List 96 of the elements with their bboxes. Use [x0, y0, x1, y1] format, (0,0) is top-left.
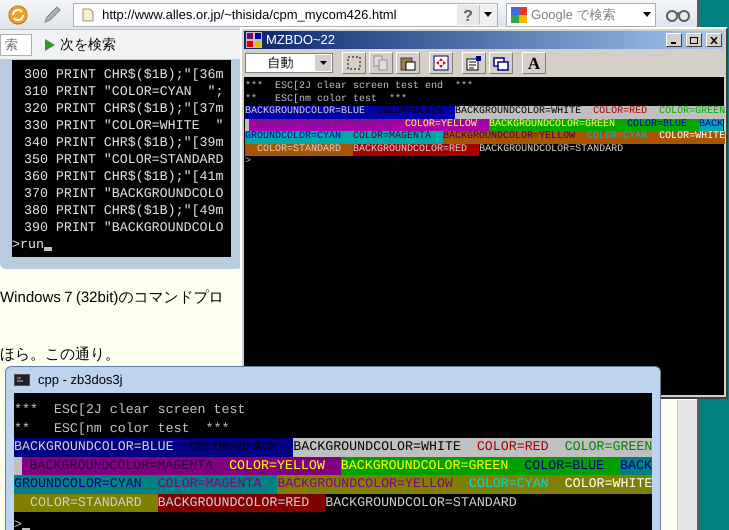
code-line: 300 PRINT CHR$($1B);"[36m: [23, 66, 224, 83]
console-text: BACKGROUNDCOLOR=BLUE: [245, 106, 366, 118]
code-line: 370 PRINT "BACKGROUNDCOLO: [23, 185, 224, 202]
fullscreen-button[interactable]: [429, 52, 453, 74]
prompt-text: >: [14, 516, 22, 530]
search-field[interactable]: Google で検索: [506, 2, 656, 26]
background-icon: [493, 55, 509, 71]
console-text: COLOR=STANDARD: [256, 144, 342, 156]
console-text: BACK: [698, 118, 723, 131]
console-text: BACKGROUNDCOLOR=WHITE: [293, 438, 462, 456]
minimize-button[interactable]: [666, 33, 682, 47]
console-text: BACKGROUNDCOLOR=BLUE: [14, 438, 175, 456]
console-text: BACKGROUNDCOLOR=GREEN: [488, 118, 616, 131]
console-text: ** ESC[nm color test ***: [245, 94, 408, 106]
console-text: BACKGROUNDCOLOR=RED: [158, 494, 310, 512]
console-text: COLOR=WHITE: [564, 475, 652, 493]
properties-icon: [466, 55, 482, 71]
address-field[interactable]: http://www.alles.or.jp/~thisida/cpm_mycom426.html ?: [73, 2, 498, 26]
maximize-icon: [690, 36, 698, 44]
console-icon: [14, 374, 30, 386]
maximize-button[interactable]: [686, 33, 702, 47]
console-text: BACKGROUNDCOLOR=MAGENTA: [28, 456, 214, 474]
url-text: http://www.alles.or.jp/~thisida/cpm_mycom426.html: [102, 6, 397, 24]
help-button[interactable]: ?: [456, 4, 479, 24]
font-button[interactable]: A: [522, 52, 546, 74]
console-text: COLOR=CYAN: [587, 131, 648, 144]
find-field[interactable]: 索: [0, 34, 32, 56]
search-input[interactable]: Google で検索: [530, 4, 639, 24]
code-line: 350 PRINT "COLOR=STANDARD: [23, 151, 224, 168]
console-text: COLOR=STANDARD: [28, 494, 143, 512]
console-text: COLOR=YELLOW: [404, 118, 478, 131]
page-icon: [82, 8, 94, 22]
circular-arrows-icon: [6, 4, 29, 26]
code-line: 390 PRINT "BACKGROUNDCOLO: [23, 219, 224, 236]
console-text: *** ESC[2J clear screen test: [14, 401, 246, 419]
console-text: BACKGROUNDCOLOR=WHITE: [455, 106, 582, 118]
console-text: BACKGROUNDCOLOR=MAGENTA: [254, 118, 394, 131]
copy-icon: [373, 55, 389, 71]
console-text: BACKGROUNDCOLOR=GREEN: [340, 456, 510, 474]
console-text: GROUNDCOLOR=CYAN: [245, 131, 342, 144]
console-text: BACKGROUNDCOLOR=YELLOW: [443, 131, 576, 144]
logo-icon: [246, 32, 262, 48]
paragraph: Windows７(32bit)のコマンドプロ: [0, 288, 224, 308]
cursor: [44, 247, 52, 251]
mark-icon: [346, 55, 362, 71]
mark-button[interactable]: [342, 52, 366, 74]
console-text: BACKGROUNDCOLOR=STANDARD: [479, 144, 624, 156]
console-text: COLOR=BLUE: [626, 118, 688, 131]
console-text: GROUNDCOLOR=CYAN: [14, 475, 143, 493]
console-text: BACKGROUNDCOLOR=YELLOW: [277, 475, 454, 493]
console-text: ** ESC[nm color test ***: [14, 420, 230, 438]
console-text: BACKGROUNDCOLOR=STANDARD: [325, 494, 517, 512]
search-engine-icon: [510, 6, 527, 22]
find-next-button[interactable]: 次を検索: [40, 34, 120, 55]
console-text: COLOR=CYAN: [468, 475, 550, 493]
play-icon: [44, 38, 56, 52]
console-text: COLOR=GREEN: [659, 106, 726, 118]
console-text: COLOR=MAGENTA: [158, 475, 262, 493]
dropdown-button[interactable]: [478, 4, 497, 24]
prompt-text: >run: [12, 236, 44, 253]
paste-button[interactable]: [396, 52, 420, 74]
console-text: BACK: [620, 456, 652, 474]
paragraph: ほら。この通り。: [0, 344, 121, 364]
background-button[interactable]: [489, 52, 513, 74]
copy-button[interactable]: [369, 52, 393, 74]
code-line: 310 PRINT "COLOR=CYAN ";: [23, 83, 224, 100]
pencil-icon: [42, 4, 62, 24]
console-text: *** ESC[2J clear screen test end ***: [245, 81, 474, 94]
console-text: COLOR=BLACK: [377, 106, 444, 118]
console-text: COLOR=YELLOW: [229, 456, 326, 474]
font-size-dropdown[interactable]: 自動: [245, 53, 333, 73]
console-text: COLOR=GREEN: [564, 438, 652, 456]
console-text: COLOR=BLACK: [190, 438, 278, 456]
properties-button[interactable]: [462, 52, 486, 74]
console-text: COLOR=RED: [593, 106, 648, 118]
code-line: 320 PRINT CHR$($1B);"[37m: [23, 100, 224, 117]
prompt-text: >: [245, 156, 252, 168]
fullscreen-icon: [433, 55, 449, 71]
code-line: 330 PRINT "COLOR=WHITE ": [23, 117, 224, 134]
scrollbar[interactable]: [677, 400, 697, 530]
window-title: cpp - zb3dos3j: [38, 371, 123, 390]
code-line: 340 PRINT CHR$($1B);"[39m: [23, 134, 224, 151]
close-button[interactable]: [706, 33, 722, 47]
code-line: 380 PRINT CHR$($1B);"[49m: [23, 202, 224, 219]
console-text: COLOR=RED: [476, 438, 550, 456]
code-line: 360 PRINT CHR$($1B);"[41m: [23, 168, 224, 185]
paste-icon: [400, 55, 416, 71]
console-text: COLOR=WHITE: [659, 131, 726, 144]
console-text: COLOR=MAGENTA: [353, 131, 432, 144]
glasses-icon: [666, 8, 690, 22]
caret-icon: [642, 12, 651, 17]
console-text: COLOR=BLUE: [524, 456, 606, 474]
console-text: BACKGROUNDCOLOR=RED: [353, 144, 468, 156]
window-title: MZBDO~22: [266, 31, 335, 50]
caret-icon: [484, 12, 492, 17]
close-icon: [710, 36, 718, 44]
